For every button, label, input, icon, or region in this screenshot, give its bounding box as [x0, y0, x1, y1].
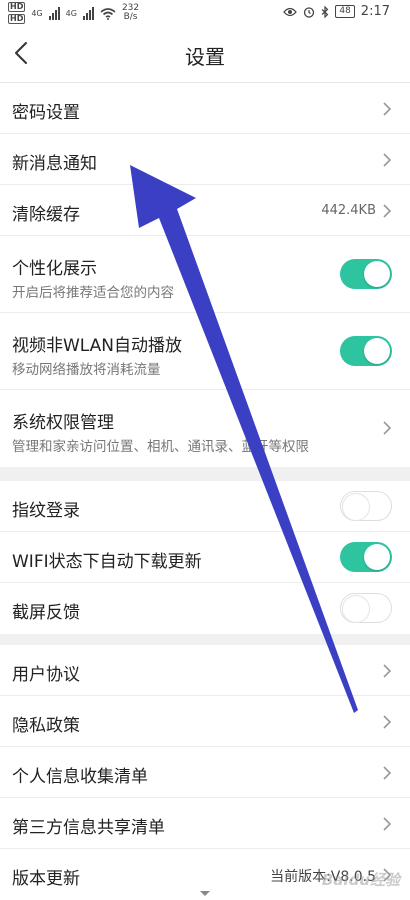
network-speed: 232 B/s	[122, 4, 139, 22]
screenshot-feedback-toggle[interactable]	[340, 593, 392, 623]
fingerprint-login-row: 指纹登录	[0, 481, 410, 532]
top-app-bar: 设置	[0, 24, 410, 83]
personalized-display-toggle[interactable]	[340, 259, 392, 289]
hd-badge: HD	[8, 2, 26, 12]
status-bar: HD HD 4G 4G 232 B/s 48 2:17	[0, 0, 410, 24]
row-label: 视频非WLAN自动播放	[12, 336, 183, 356]
row-label: 隐私政策	[12, 716, 80, 736]
row-label: 版本更新	[12, 869, 80, 889]
row-label: 个性化展示	[12, 259, 97, 279]
speed-unit: B/s	[123, 12, 138, 22]
personalized-display-row: 个性化展示 开启后将推荐适合您的内容	[0, 236, 410, 313]
toggle-knob	[364, 544, 390, 570]
network-type: 4G	[65, 8, 77, 18]
row-label: 系统权限管理	[12, 413, 114, 433]
chevron-right-icon	[383, 817, 392, 831]
wifi-auto-update-row: WIFI状态下自动下载更新	[0, 532, 410, 583]
toggle-knob	[342, 595, 370, 623]
hd-badge: HD	[8, 14, 26, 24]
privacy-policy-row[interactable]: 隐私政策	[0, 696, 410, 747]
row-label: 截屏反馈	[12, 603, 80, 623]
clock: 2:17	[360, 4, 390, 19]
user-agreement-row[interactable]: 用户协议	[0, 645, 410, 696]
chevron-right-icon	[383, 153, 392, 167]
screenshot-feedback-row: 截屏反馈	[0, 583, 410, 634]
row-description: 管理和家亲访问位置、相机、通讯录、蓝牙等权限	[12, 439, 309, 455]
page-title: 设置	[185, 45, 225, 69]
alarm-icon	[304, 6, 315, 18]
row-label: 个人信息收集清单	[12, 767, 148, 787]
settings-group-about: 用户协议 隐私政策 个人信息收集清单 第三方信息共享清单 版本更新 当前版本:V…	[0, 645, 410, 900]
clear-cache-row[interactable]: 清除缓存 442.4KB	[0, 185, 410, 236]
personal-info-list-row[interactable]: 个人信息收集清单	[0, 747, 410, 798]
toggle-knob	[342, 493, 370, 521]
battery-icon: 48	[335, 5, 355, 18]
row-description: 开启后将推荐适合您的内容	[12, 285, 174, 301]
chevron-right-icon	[383, 766, 392, 780]
settings-group-login: 指纹登录 WIFI状态下自动下载更新 截屏反馈	[0, 481, 410, 634]
row-label: 清除缓存	[12, 205, 80, 225]
scroll-down-indicator-icon	[200, 891, 210, 896]
eye-icon	[283, 7, 298, 16]
row-label: WIFI状态下自动下载更新	[12, 552, 202, 572]
settings-group-general: 密码设置 新消息通知 清除缓存 442.4KB 个性化展示 开启后将推荐适合您的…	[0, 83, 410, 467]
chevron-right-icon	[383, 102, 392, 116]
row-label: 指纹登录	[12, 501, 80, 521]
chevron-right-icon	[383, 664, 392, 678]
video-autoplay-row: 视频非WLAN自动播放 移动网络播放将消耗流量	[0, 313, 410, 390]
bluetooth-icon	[321, 5, 329, 18]
row-description: 移动网络播放将消耗流量	[12, 362, 161, 378]
third-party-list-row[interactable]: 第三方信息共享清单	[0, 798, 410, 849]
row-label: 用户协议	[12, 665, 80, 685]
chevron-right-icon	[383, 715, 392, 729]
video-autoplay-toggle[interactable]	[340, 336, 392, 366]
wifi-auto-update-toggle[interactable]	[340, 542, 392, 572]
wifi-icon	[100, 7, 116, 20]
chevron-right-icon	[383, 204, 392, 218]
row-label: 第三方信息共享清单	[12, 818, 165, 838]
signal-icon	[82, 6, 94, 20]
watermark: Baidu经验	[321, 871, 400, 889]
toggle-knob	[364, 261, 390, 287]
network-type: 4G	[31, 8, 43, 18]
password-settings-row[interactable]: 密码设置	[0, 83, 410, 134]
cache-size: 442.4KB	[321, 203, 376, 218]
system-permissions-row[interactable]: 系统权限管理 管理和家亲访问位置、相机、通讯录、蓝牙等权限	[0, 390, 410, 467]
notification-settings-row[interactable]: 新消息通知	[0, 134, 410, 185]
toggle-knob	[364, 338, 390, 364]
fingerprint-login-toggle[interactable]	[340, 491, 392, 521]
signal-icon	[48, 6, 60, 20]
chevron-right-icon	[383, 421, 392, 435]
row-label: 新消息通知	[12, 154, 97, 174]
row-label: 密码设置	[12, 103, 80, 123]
